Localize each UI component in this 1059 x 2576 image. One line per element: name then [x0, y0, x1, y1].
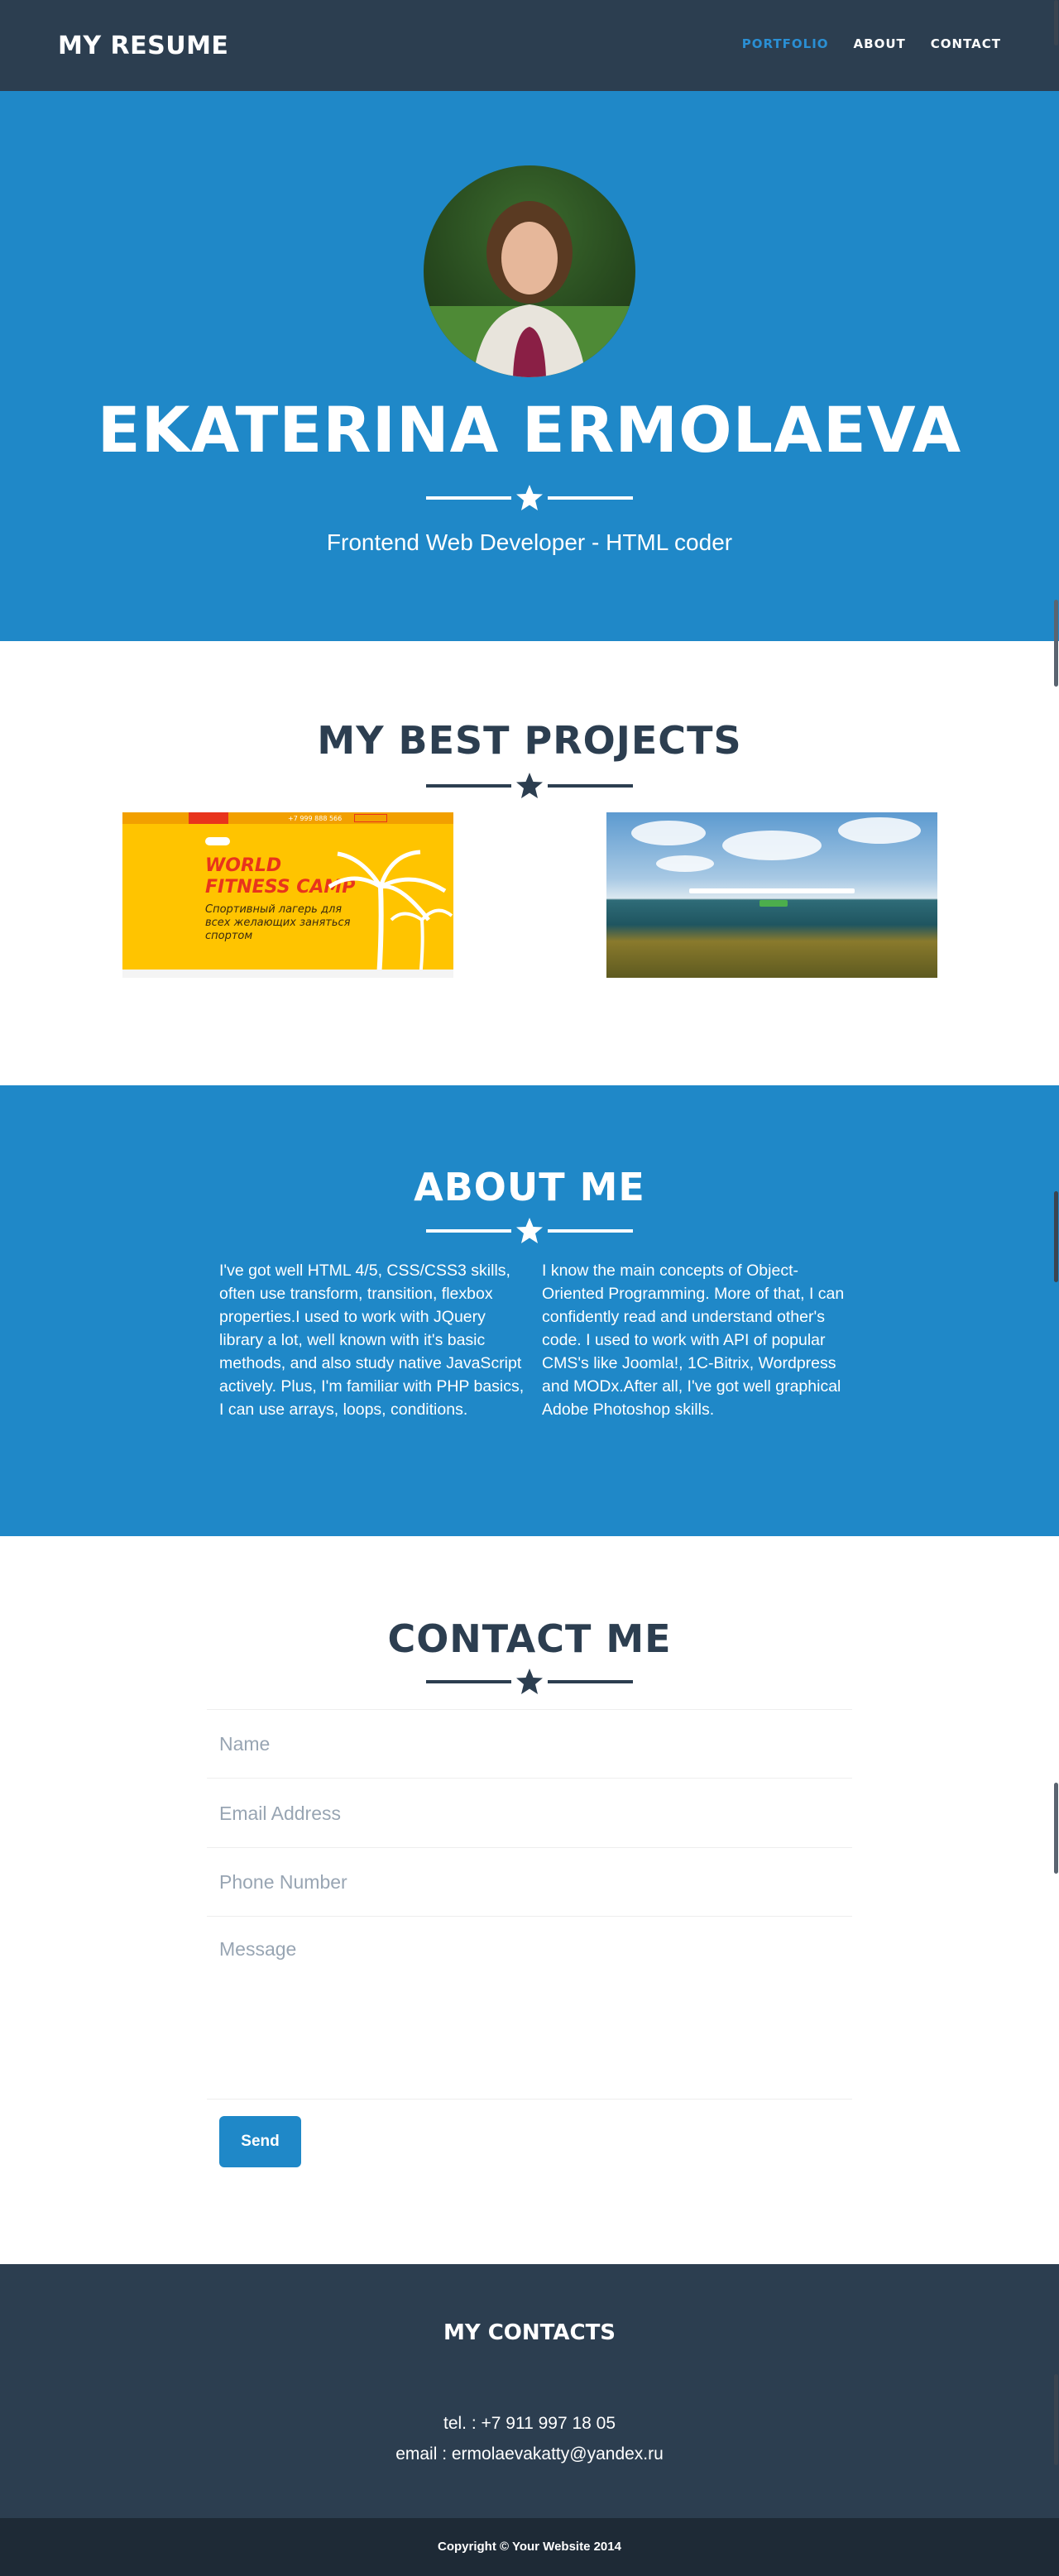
nav-link-contact[interactable]: CONTACT: [931, 36, 1001, 51]
project-phone: +7 999 888 566: [288, 815, 343, 822]
star-icon: [516, 1218, 543, 1243]
about-text-left: I've got well HTML 4/5, CSS/CSS3 skills,…: [219, 1262, 525, 1419]
navbar: MY RESUME PORTFOLIO ABOUT CONTACT: [0, 0, 1059, 91]
about-section: ABOUT ME I've got well HTML 4/5, CSS/CSS…: [0, 1085, 1059, 1536]
scrollbar-thumb[interactable]: [1054, 600, 1058, 687]
scrollbar-thumb[interactable]: [1054, 2374, 1058, 2465]
scrollbar-thumb[interactable]: [1054, 1191, 1058, 1282]
star-divider: [426, 1665, 633, 1698]
email-field: [207, 1779, 852, 1848]
phone-input[interactable]: [207, 1849, 852, 1916]
copyright: Copyright © Your Website 2014: [0, 2518, 1059, 2576]
name-field: [207, 1711, 852, 1779]
project-thumbnail-fitness-camp[interactable]: +7 999 888 566 WORLD FITNESS CAMP Спорти…: [122, 812, 453, 978]
palm-tree-icon: [328, 850, 453, 978]
footer: MY CONTACTS tel. : +7 911 997 18 05 emai…: [0, 2264, 1059, 2518]
star-divider: [426, 1214, 633, 1247]
star-divider: [426, 769, 633, 802]
contact-title: CONTACT ME: [387, 1616, 672, 1661]
nav-link-about[interactable]: ABOUT: [854, 36, 906, 51]
hero-subtitle: Frontend Web Developer - HTML coder: [326, 529, 733, 555]
message-textarea[interactable]: [207, 1918, 852, 2099]
avatar: [424, 165, 635, 377]
about-text-right: I know the main concepts of Object-Orien…: [542, 1262, 845, 1419]
send-button[interactable]: Send: [219, 2116, 301, 2167]
brand-logo[interactable]: MY RESUME: [58, 31, 228, 60]
message-field: [207, 1918, 852, 2100]
project-search-button: [760, 900, 788, 907]
project-logo: [189, 812, 228, 824]
name-input[interactable]: [207, 1711, 852, 1778]
footer-tel: tel. : +7 911 997 18 05: [443, 2414, 616, 2433]
nav-link-portfolio[interactable]: PORTFOLIO: [742, 36, 829, 51]
portfolio-title: MY BEST PROJECTS: [317, 718, 742, 763]
project-thumbnail-landscape[interactable]: [606, 812, 937, 978]
nav-links: PORTFOLIO ABOUT CONTACT: [742, 36, 1001, 51]
star-icon: [516, 485, 543, 510]
star-icon: [516, 1669, 543, 1694]
about-title: ABOUT ME: [414, 1165, 645, 1209]
hero-section: EKATERINA ERMOLAEVA Frontend Web Develop…: [0, 91, 1059, 641]
footer-title: MY CONTACTS: [443, 2320, 616, 2345]
hero-name: EKATERINA ERMOLAEVA: [97, 393, 962, 467]
email-input[interactable]: [207, 1779, 852, 1847]
scrollbar-thumb[interactable]: [1054, 1783, 1058, 1874]
play-icon: [205, 837, 230, 845]
project-search-bar: [689, 888, 855, 893]
star-divider: [426, 481, 633, 515]
scrollbar-thumb[interactable]: [1054, 0, 1058, 45]
footer-email: email : ermolaevakatty@yandex.ru: [395, 2444, 664, 2463]
phone-field: [207, 1849, 852, 1917]
star-icon: [516, 773, 543, 798]
